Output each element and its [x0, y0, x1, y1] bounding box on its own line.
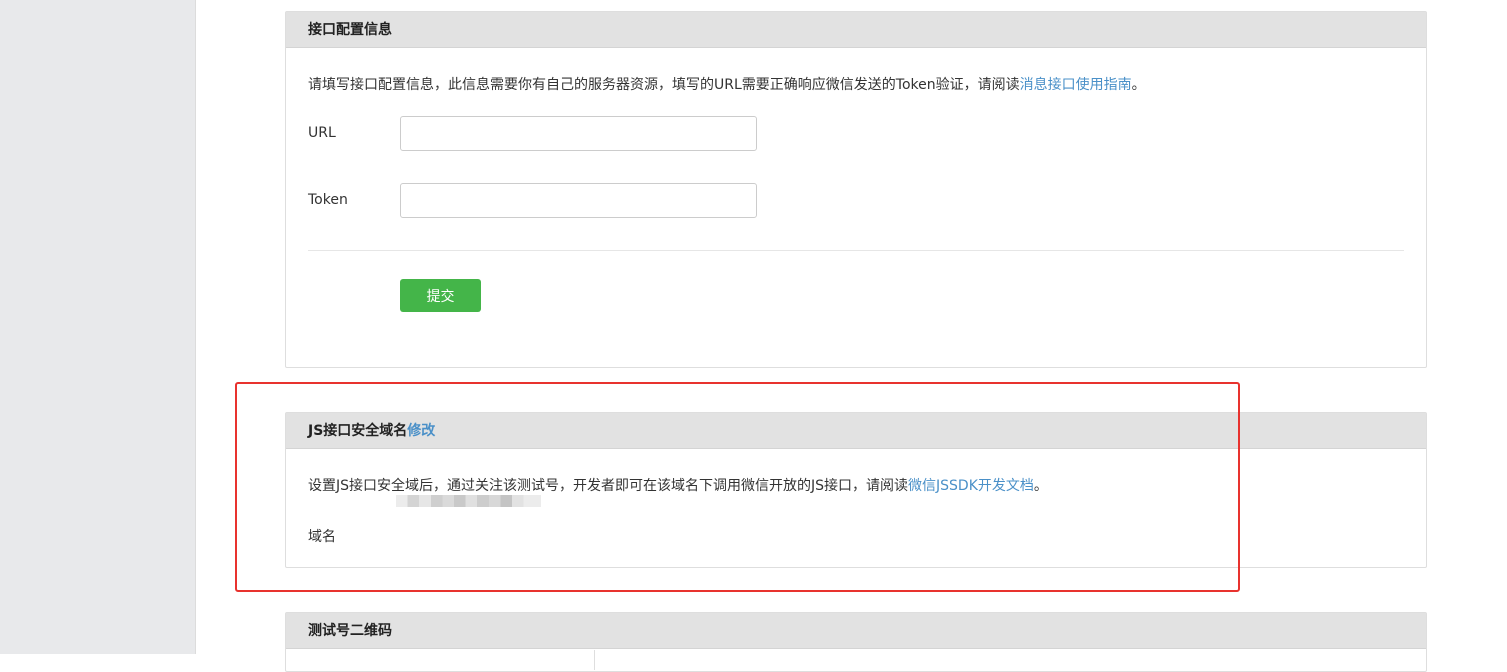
js-domain-desc-text: 设置JS接口安全域后，通过关注该测试号，开发者即可在该域名下调用微信开放的JS接… — [308, 478, 909, 494]
url-input[interactable] — [400, 116, 757, 151]
interface-config-title: 接口配置信息 — [286, 12, 1426, 48]
js-domain-title: JS接口安全域名 — [308, 423, 408, 439]
form-divider — [308, 250, 1404, 251]
modify-domain-link[interactable]: 修改 — [407, 423, 435, 439]
blurred-domain-value — [396, 495, 541, 507]
js-domain-description: 设置JS接口安全域后，通过关注该测试号，开发者即可在该域名下调用微信开放的JS接… — [308, 475, 1048, 495]
jssdk-doc-link[interactable]: 微信JSSDK开发文档 — [908, 478, 1034, 494]
interface-config-description: 请填写接口配置信息，此信息需要你有自己的服务器资源，填写的URL需要正确响应微信… — [308, 74, 1146, 94]
js-domain-desc-end: 。 — [1033, 478, 1048, 494]
token-input[interactable] — [400, 183, 757, 218]
qr-column-divider — [594, 650, 595, 670]
js-domain-header: JS接口安全域名修改 — [286, 413, 1426, 449]
interface-config-desc-end: 。 — [1131, 77, 1146, 93]
message-guide-link[interactable]: 消息接口使用指南 — [1020, 77, 1132, 93]
left-sidebar — [0, 0, 196, 654]
domain-label: 域名 — [308, 529, 336, 545]
submit-button[interactable]: 提交 — [400, 279, 481, 312]
url-label: URL — [308, 125, 336, 141]
qr-code-title: 测试号二维码 — [286, 613, 1426, 649]
token-label: Token — [308, 192, 348, 208]
js-domain-panel: JS接口安全域名修改 设置JS接口安全域后，通过关注该测试号，开发者即可在该域名… — [285, 412, 1427, 568]
interface-config-panel: 接口配置信息 请填写接口配置信息，此信息需要你有自己的服务器资源，填写的URL需… — [285, 11, 1427, 368]
qr-code-panel: 测试号二维码 — [285, 612, 1427, 672]
interface-config-desc-text: 请填写接口配置信息，此信息需要你有自己的服务器资源，填写的URL需要正确响应微信… — [308, 77, 1020, 93]
